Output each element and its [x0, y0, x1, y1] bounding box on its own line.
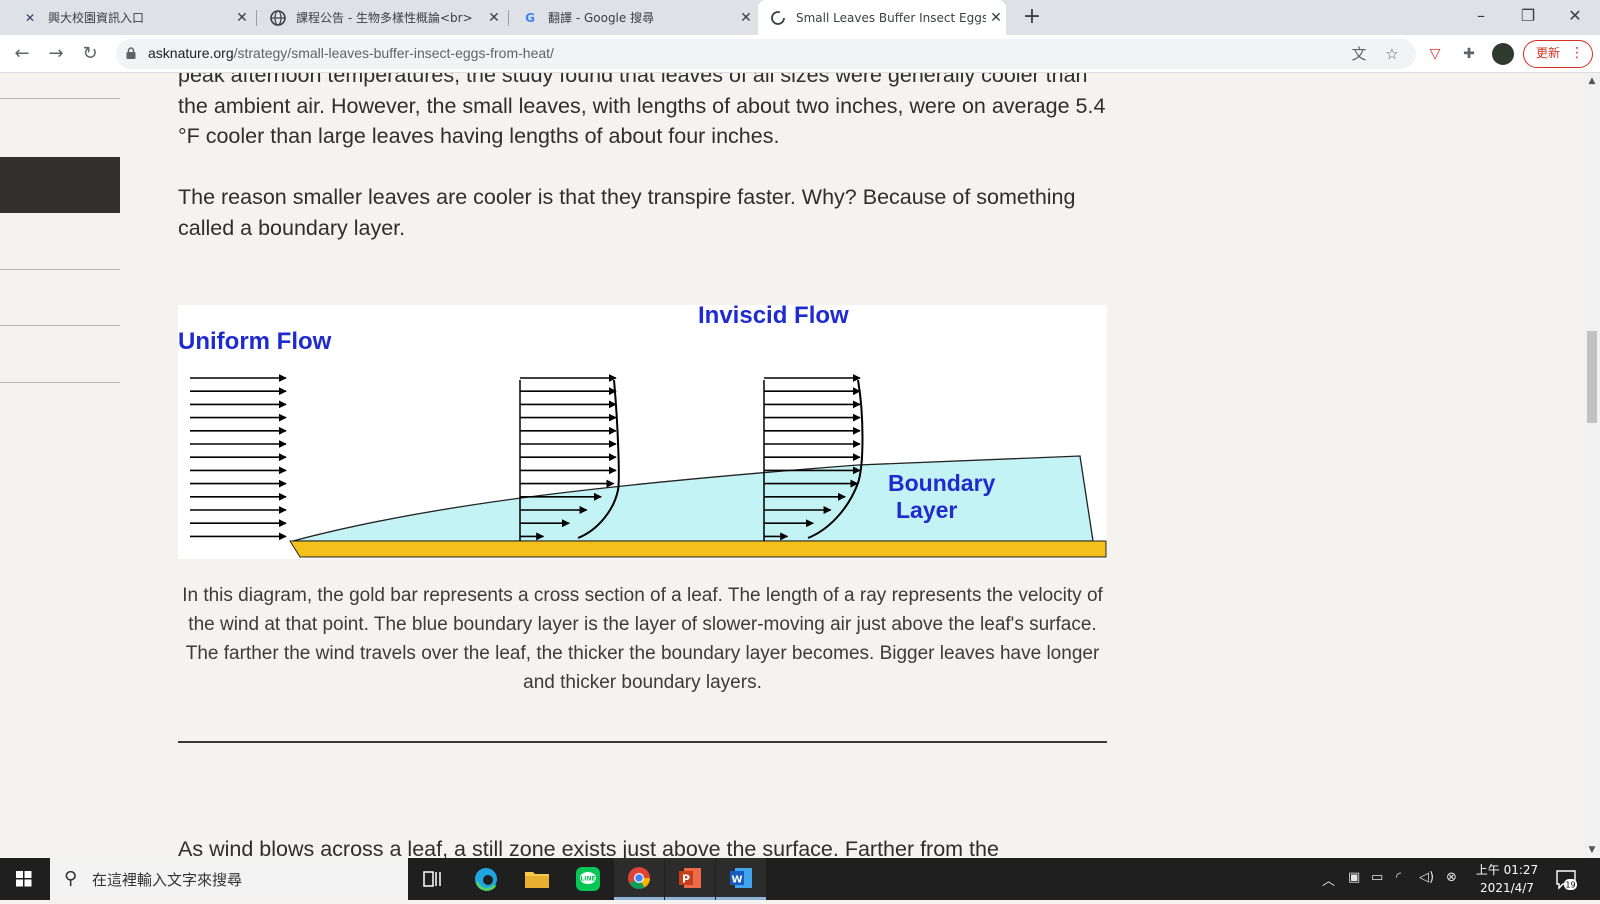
tab-google-translate[interactable]: G 翻譯 - Google 搜尋 ✕	[512, 0, 756, 35]
section-divider	[178, 741, 1107, 743]
sidebar-divider	[0, 325, 120, 326]
reload-icon[interactable]: ↻	[76, 40, 104, 68]
url-path: /strategy/small-leaves-buffer-insect-egg…	[233, 45, 554, 61]
notification-center-icon[interactable]: 19	[1555, 868, 1577, 890]
url-host: asknature.org	[148, 45, 234, 61]
article-paragraph: peak afternoon temperatures, the study f…	[178, 73, 1106, 148]
clock-date: 2021/4/7	[1480, 881, 1534, 895]
battery-icon[interactable]: ▭	[1371, 870, 1383, 885]
tab-strip: ✕ 興大校園資訊入口 ✕ 課程公告 - 生物多樣性概論<br> ✕ G 翻譯 -…	[0, 0, 1600, 35]
more-menu-icon[interactable]: ⋮	[1570, 41, 1584, 66]
url-text[interactable]: asknature.org/strategy/small-leaves-buff…	[148, 45, 554, 61]
boundary-layer-label: Layer	[896, 497, 957, 523]
tab-title: 翻譯 - Google 搜尋	[548, 11, 655, 25]
update-button[interactable]: 更新 ⋮	[1523, 40, 1593, 68]
windows-start-button[interactable]	[0, 858, 48, 900]
diagram-caption: In this diagram, the gold bar represents…	[182, 585, 1103, 693]
scroll-up-arrow-icon[interactable]: ▲	[1584, 73, 1600, 89]
chrome-browser-icon[interactable]	[614, 858, 664, 900]
close-tab-icon[interactable]: ✕	[484, 10, 504, 26]
inviscid-flow-label: Inviscid Flow	[698, 305, 849, 329]
volume-icon[interactable]: ◁)	[1419, 870, 1434, 885]
scrollbar-thumb[interactable]	[1587, 331, 1597, 423]
windows-logo-icon	[16, 871, 32, 887]
tab-separator	[256, 10, 257, 26]
bookmark-star-icon[interactable]: ☆	[1382, 44, 1402, 64]
no-input-icon[interactable]: ⊗	[1446, 870, 1457, 885]
tab-title: 興大校園資訊入口	[48, 11, 145, 25]
boundary-layer-diagram: Uniform Flow Inviscid Flow Boundary Laye…	[178, 302, 1107, 559]
forward-icon[interactable]: →	[42, 40, 70, 68]
back-icon[interactable]: ←	[8, 40, 36, 68]
close-tab-icon[interactable]: ✕	[986, 10, 1006, 26]
edge-browser-icon[interactable]	[461, 858, 511, 900]
task-view-icon[interactable]	[408, 858, 458, 900]
close-window-icon[interactable]: ✕	[1552, 0, 1598, 32]
svg-text:W: W	[731, 874, 742, 885]
sidebar-divider	[0, 269, 120, 270]
word-icon[interactable]: W	[716, 858, 766, 900]
nchu-logo-icon: ✕	[24, 10, 36, 25]
svg-text:P: P	[682, 872, 690, 885]
leaf-cross-section	[289, 540, 1107, 558]
svg-text:LINE: LINE	[580, 876, 595, 883]
tab-separator	[508, 10, 509, 26]
address-bar[interactable]: asknature.org/strategy/small-leaves-buff…	[116, 39, 1416, 69]
diagram-svg: Uniform Flow Inviscid Flow Boundary Laye…	[178, 302, 1107, 558]
article-paragraph: As wind blows across a leaf, a still zon…	[178, 837, 999, 858]
translate-icon[interactable]: 文	[1349, 44, 1369, 64]
tab-course-announcement[interactable]: 課程公告 - 生物多樣性概論<br> ✕	[260, 0, 504, 35]
file-explorer-icon[interactable]	[512, 858, 562, 900]
page-scrollbar[interactable]: ▲ ▼	[1584, 73, 1600, 858]
close-tab-icon[interactable]: ✕	[232, 10, 252, 26]
sidebar-divider	[0, 98, 120, 99]
article-paragraph: The reason smaller leaves are cooler is …	[178, 185, 1076, 240]
tab-title: Small Leaves Buffer Insect Eggs	[796, 10, 986, 25]
wifi-icon[interactable]: ◜	[1396, 870, 1401, 885]
close-tab-icon[interactable]: ✕	[736, 10, 756, 26]
notification-count: 19	[1565, 881, 1575, 890]
google-icon: G	[525, 10, 535, 25]
sidebar-divider	[0, 382, 120, 383]
pocket-extension-icon[interactable]: ▽	[1424, 43, 1446, 65]
loading-spinner-icon	[770, 10, 786, 26]
boundary-layer-label: Boundary	[888, 470, 996, 496]
new-tab-button[interactable]: +	[1018, 3, 1046, 31]
page-viewport: peak afternoon temperatures, the study f…	[0, 73, 1584, 858]
uniform-flow-label: Uniform Flow	[178, 328, 332, 355]
show-hidden-icons-chevron-icon[interactable]: ︿	[1322, 870, 1335, 889]
powerpoint-icon[interactable]: P	[665, 858, 715, 900]
taskbar-search-box[interactable]: ⚲ 在這裡輸入文字來搜尋	[50, 858, 408, 900]
profile-avatar[interactable]	[1492, 43, 1514, 65]
system-clock[interactable]: 上午 01:27 2021/4/7	[1472, 861, 1542, 897]
windows-taskbar: ⚲ 在這裡輸入文字來搜尋 LINE P W ︿ ▣ ▭ ◜ ◁) ⊗ 上午 01…	[0, 858, 1600, 900]
globe-icon	[270, 9, 286, 26]
browser-toolbar: ← → ↻ asknature.org/strategy/small-leave…	[0, 35, 1600, 73]
restore-icon[interactable]: ❐	[1505, 0, 1551, 32]
minimize-icon[interactable]: –	[1458, 0, 1504, 32]
sidebar-active-item[interactable]	[0, 157, 120, 213]
tab-nchu-portal[interactable]: ✕ 興大校園資訊入口 ✕	[12, 0, 252, 35]
clock-time: 上午 01:27	[1475, 863, 1539, 877]
search-icon: ⚲	[64, 868, 78, 889]
tab-title: 課程公告 - 生物多樣性概論<br>	[296, 11, 473, 25]
lock-icon[interactable]	[126, 47, 136, 59]
boundary-layer-region	[292, 455, 1094, 542]
line-app-icon[interactable]: LINE	[563, 858, 613, 900]
search-placeholder: 在這裡輸入文字來搜尋	[92, 871, 243, 889]
tab-asknature-active[interactable]: Small Leaves Buffer Insect Eggs ✕	[758, 0, 1006, 35]
scroll-down-arrow-icon[interactable]: ▼	[1584, 842, 1600, 858]
extensions-puzzle-icon[interactable]: ✚	[1458, 43, 1480, 65]
update-label: 更新	[1536, 46, 1561, 60]
meet-now-icon[interactable]: ▣	[1348, 870, 1360, 885]
